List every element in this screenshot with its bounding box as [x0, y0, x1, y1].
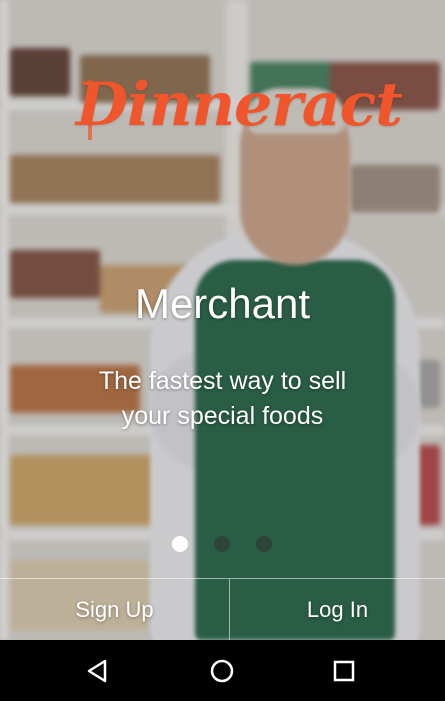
system-nav-bar [0, 640, 445, 701]
page-dot-1[interactable] [172, 536, 188, 552]
recents-square-icon[interactable] [323, 650, 365, 692]
auth-actions: Sign Up Log In [0, 578, 445, 641]
log-in-button[interactable]: Log In [230, 579, 445, 641]
logo-text: Dinneract [76, 70, 403, 140]
page-dot-2[interactable] [214, 536, 230, 552]
onboarding-title: Merchant [134, 280, 311, 327]
home-circle-icon[interactable] [201, 650, 243, 692]
sign-up-button[interactable]: Sign Up [0, 579, 229, 641]
onboarding-tagline: The fastest way to sell your special foo… [98, 367, 347, 430]
page-dot-3[interactable] [256, 536, 272, 552]
back-triangle-icon[interactable] [77, 650, 119, 692]
app-logo: Dinneract [70, 62, 403, 162]
page-indicator [168, 536, 278, 556]
